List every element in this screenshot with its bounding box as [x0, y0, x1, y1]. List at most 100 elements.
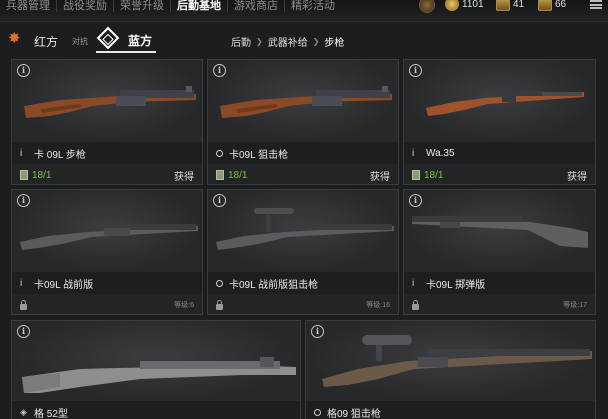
weapon-card-kar09l-rifle[interactable]: i i 卡 09L 步枪 18/1 获得: [11, 59, 203, 185]
card-footer: 18/1 获得: [208, 164, 398, 184]
weapon-name: 卡09L 掷弹版: [426, 279, 486, 291]
weapon-name: 卡09L 狙击枪: [229, 149, 289, 161]
card-name-row: i Wa.35: [404, 142, 595, 164]
stock-count: 18/1: [424, 169, 444, 181]
rifle-type-icon: i: [412, 147, 415, 159]
weapon-image: [12, 60, 202, 142]
weapon-card-kar09l-prewar-sniper[interactable]: i 卡09L 战前版狙击枪 等级:16: [207, 189, 399, 315]
card-a-amount: 41: [513, 0, 525, 10]
card-footer: 等级:16: [208, 294, 398, 314]
blue-faction-tab[interactable]: 蓝方: [128, 32, 152, 49]
weapon-card-kar09l-grenade[interactable]: i i 卡09L 掷弹版 等级:17: [403, 189, 596, 315]
rifle-type-icon: i: [412, 277, 415, 289]
rifle-image: [220, 86, 392, 118]
weapon-image: [306, 321, 595, 401]
card-name-row: 格09 狙击枪: [306, 401, 595, 419]
tab-logistics-base[interactable]: 后勤基地: [171, 0, 228, 12]
rifle-type-icon: ◈: [20, 406, 27, 417]
weapon-image: [404, 60, 595, 142]
supply-crate-icon: [216, 170, 224, 180]
required-level: 等级:17: [563, 302, 587, 309]
acquire-button[interactable]: 获得: [370, 168, 390, 183]
weapon-card-wa35[interactable]: i i Wa.35 18/1 获得: [403, 59, 596, 185]
weapon-name: 卡09L 战前版狙击枪: [229, 279, 319, 291]
weapon-name: 卡 09L 步枪: [34, 149, 86, 161]
card-counter-b[interactable]: 66: [538, 0, 566, 11]
info-icon[interactable]: i: [409, 194, 422, 207]
weapon-name: Wa.35: [426, 147, 455, 159]
top-navigation-bar: 兵器管理 战役奖励 荣誉升级 后勤基地 游戏商店 精彩活动 1101 41 66: [0, 0, 608, 22]
card-pack-icon: [538, 0, 552, 11]
required-level: 等级:6: [174, 302, 194, 309]
chevron-right-icon: ❯: [312, 37, 320, 46]
lock-icon: [20, 299, 27, 310]
info-icon[interactable]: i: [17, 64, 30, 77]
weapon-card-kar09l-sniper[interactable]: i 卡09L 狙击枪 18/1 获得: [207, 59, 399, 185]
breadcrumb-logistics[interactable]: 后勤: [228, 34, 254, 49]
breadcrumb: 后勤 ❯ 武器补给 ❯ 步枪: [228, 34, 347, 49]
card-name-row: ◈ 格 52型: [12, 401, 300, 419]
weapon-image: [404, 190, 595, 272]
red-faction-tab[interactable]: 红方: [34, 33, 58, 50]
weapon-card-g09-sniper[interactable]: i 格09 狙击枪: [305, 320, 596, 419]
tab-events[interactable]: 精彩活动: [285, 0, 341, 12]
weapon-image: [208, 190, 398, 272]
card-name-row: i 卡09L 掷弹版: [404, 272, 595, 294]
weapon-card-g52[interactable]: i ◈ 格 52型: [11, 320, 301, 419]
rank-badge-icon[interactable]: [419, 0, 435, 13]
info-icon[interactable]: i: [213, 194, 226, 207]
stock-count: 18/1: [228, 169, 248, 181]
rifle-image: [412, 216, 588, 248]
card-b-amount: 66: [555, 0, 567, 10]
supply-crate-icon: [412, 170, 420, 180]
info-icon[interactable]: i: [213, 64, 226, 77]
blue-faction-icon[interactable]: [96, 26, 120, 50]
lock-icon: [412, 299, 419, 310]
rifle-type-icon: i: [20, 277, 23, 289]
card-name-row: 卡09L 战前版狙击枪: [208, 272, 398, 294]
tab-game-store[interactable]: 游戏商店: [228, 0, 285, 12]
sniper-type-icon: [216, 149, 223, 157]
acquire-button[interactable]: 获得: [174, 168, 194, 183]
card-counter-a[interactable]: 41: [496, 0, 524, 11]
coin-counter[interactable]: 1101: [445, 0, 484, 11]
card-name-row: i 卡 09L 步枪: [12, 142, 202, 164]
weapon-name: 格 52型: [34, 408, 68, 419]
info-icon[interactable]: i: [17, 194, 30, 207]
weapon-image: [208, 60, 398, 142]
required-level: 等级:16: [366, 302, 390, 309]
sniper-type-icon: [314, 408, 321, 416]
card-pack-icon: [496, 0, 510, 11]
lock-icon: [216, 299, 223, 310]
card-name-row: 卡09L 狙击枪: [208, 142, 398, 164]
top-tabs: 兵器管理 战役奖励 荣誉升级 后勤基地 游戏商店 精彩活动: [0, 0, 341, 14]
supply-crate-icon: [20, 170, 28, 180]
tab-weapon-management[interactable]: 兵器管理: [0, 0, 57, 12]
info-icon[interactable]: i: [409, 64, 422, 77]
tab-campaign-rewards[interactable]: 战役奖励: [57, 0, 114, 12]
weapon-image: [12, 190, 202, 272]
red-faction-icon[interactable]: ✸: [8, 31, 22, 46]
rifle-image: [322, 335, 592, 387]
rifle-type-icon: i: [20, 147, 23, 159]
acquire-button[interactable]: 获得: [567, 168, 587, 183]
tab-honor-upgrade[interactable]: 荣誉升级: [114, 0, 171, 12]
card-name-row: i 卡09L 战前版: [12, 272, 202, 294]
versus-label: 对抗: [72, 37, 88, 46]
breadcrumb-weapon-supply[interactable]: 武器补给: [265, 34, 311, 49]
active-faction-underline: [96, 51, 156, 53]
info-icon[interactable]: i: [17, 325, 30, 338]
sniper-type-icon: [216, 279, 223, 287]
weapon-image: [12, 321, 300, 401]
chevron-right-icon: ❯: [256, 37, 263, 46]
rifle-image: [20, 224, 198, 250]
breadcrumb-rifles: 步枪: [324, 38, 345, 49]
weapon-name: 格09 狙击枪: [327, 408, 381, 419]
card-footer: 18/1 获得: [12, 164, 202, 184]
stock-count: 18/1: [32, 169, 52, 181]
coin-amount: 1101: [462, 0, 484, 10]
info-icon[interactable]: i: [311, 325, 324, 338]
rifle-image: [22, 357, 296, 393]
menu-icon[interactable]: [590, 0, 602, 9]
weapon-card-kar09l-prewar[interactable]: i i 卡09L 战前版 等级:6: [11, 189, 203, 315]
